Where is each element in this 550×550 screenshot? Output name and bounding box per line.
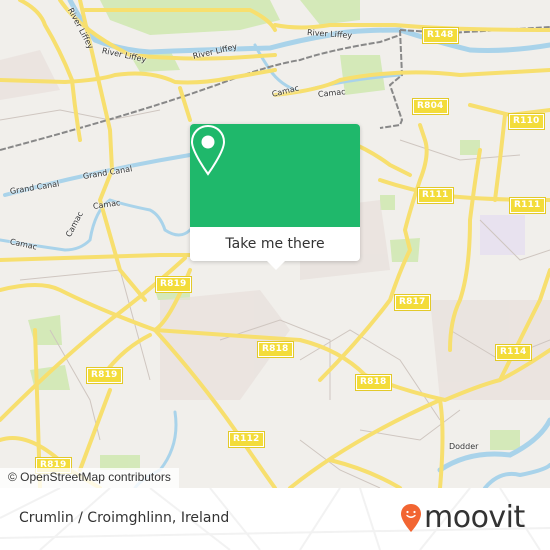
road-label-r112: R112 [228,431,265,448]
road-label-r804: R804 [412,98,449,115]
road-label-r114: R114 [495,344,532,361]
road-label-r148: R148 [422,27,459,44]
take-me-there-button[interactable]: Take me there [190,227,360,261]
map-pin-icon [190,124,226,176]
map-view[interactable]: R148 R804 R110 R111 R111 R819 R819 R819 … [0,0,550,488]
popup-pointer [267,261,285,270]
footer-bar: Crumlin / Croimghlinn, Ireland moovit [0,488,550,550]
road-label-r110: R110 [508,113,545,130]
place-name: Crumlin / Croimghlinn, Ireland [19,510,230,526]
water-label-dodder: Dodder [449,442,479,451]
road-label-r819-a: R819 [155,276,192,293]
road-label-r111-a: R111 [417,187,454,204]
popup-header [190,124,360,227]
road-label-r818-a: R818 [257,341,294,358]
road-label-r818-b: R818 [355,374,392,391]
location-popup: Take me there [190,124,360,270]
map-attribution[interactable]: © OpenStreetMap contributors [0,468,179,488]
brand-name: moovit [424,500,525,535]
road-label-r819-b: R819 [86,367,123,384]
road-label-r111-b: R111 [509,197,546,214]
moovit-pin-icon [401,504,421,532]
road-label-r817: R817 [394,294,431,311]
moovit-logo[interactable]: moovit [400,498,525,538]
